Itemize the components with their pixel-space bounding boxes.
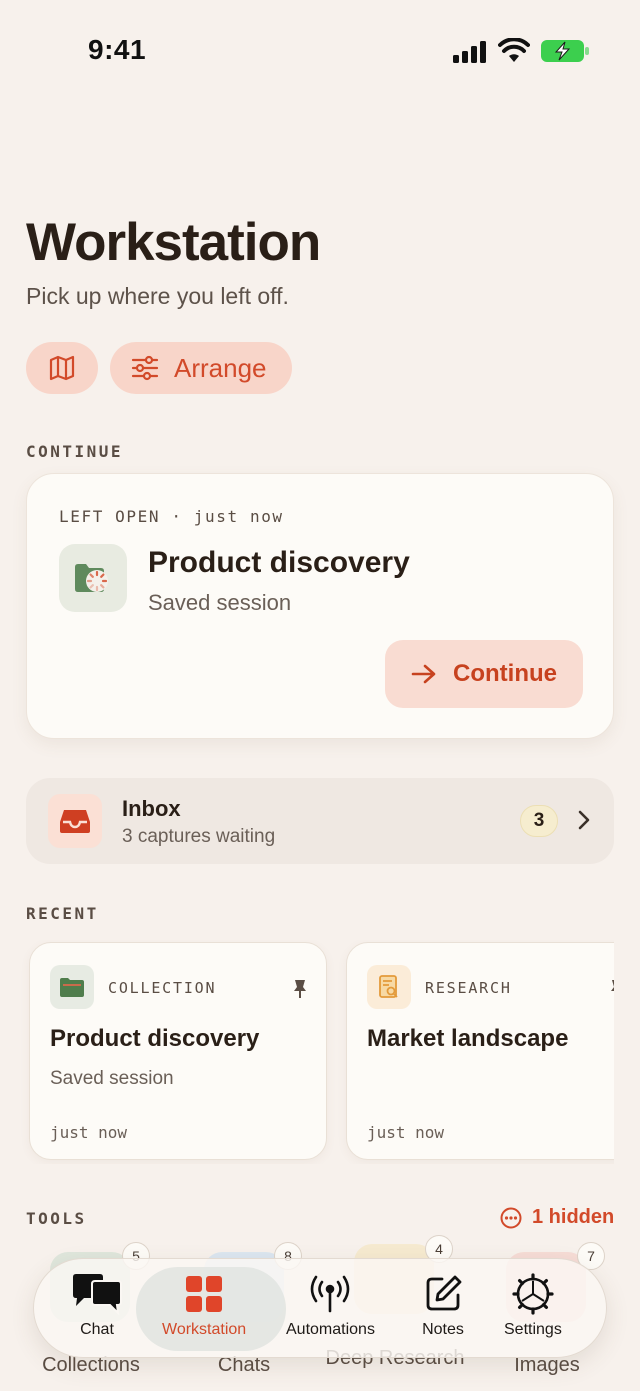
section-label-recent: RECENT xyxy=(26,904,99,923)
map-button[interactable] xyxy=(26,342,98,394)
recent-type: COLLECTION xyxy=(108,979,217,997)
section-label-tools: TOOLS xyxy=(26,1209,87,1228)
recent-title: Market landscape xyxy=(367,1025,569,1052)
compose-icon xyxy=(426,1275,462,1311)
continue-card[interactable]: LEFT OPEN · just now Product discovery S… xyxy=(26,473,614,739)
continue-title: Product discovery xyxy=(148,546,410,579)
inbox-count-badge: 3 xyxy=(520,805,558,837)
page-subtitle: Pick up where you left off. xyxy=(26,283,289,309)
hidden-tools-label: 1 hidden xyxy=(532,1206,615,1228)
pin-icon[interactable] xyxy=(609,979,614,999)
folder-icon xyxy=(50,965,94,1009)
recent-time: just now xyxy=(367,1123,445,1142)
status-time: 9:41 xyxy=(88,34,147,65)
inbox-tray-icon xyxy=(48,794,102,848)
continue-subtitle: Saved session xyxy=(148,590,292,615)
hidden-tools-button[interactable]: 1 hidden xyxy=(500,1206,614,1229)
tab-label: Notes xyxy=(422,1321,464,1338)
map-icon xyxy=(49,355,75,381)
tab-automations[interactable]: Automations xyxy=(286,1273,375,1339)
gear-icon xyxy=(512,1273,554,1315)
recent-type: RESEARCH xyxy=(425,979,512,997)
pin-icon[interactable] xyxy=(292,979,308,999)
continue-button-label: Continue xyxy=(453,660,557,687)
recent-subtitle: Saved session xyxy=(50,1068,174,1089)
tab-label: Settings xyxy=(504,1321,562,1338)
arrow-right-icon xyxy=(411,664,436,684)
continue-button[interactable]: Continue xyxy=(385,640,583,708)
page-title: Workstation xyxy=(26,213,321,272)
inbox-subtitle: 3 captures waiting xyxy=(122,826,276,847)
more-circle-icon xyxy=(500,1207,522,1228)
continue-meta: LEFT OPEN · just now xyxy=(59,507,284,526)
broadcast-icon xyxy=(311,1275,350,1313)
tab-label: Automations xyxy=(286,1321,375,1338)
recent-carousel[interactable]: COLLECTION Product discovery Saved sessi… xyxy=(0,940,614,1164)
tab-settings[interactable]: Settings xyxy=(504,1273,562,1339)
recent-card[interactable]: RESEARCH Market landscape just now xyxy=(346,942,614,1160)
recent-title: Product discovery xyxy=(50,1025,260,1052)
chevron-right-icon xyxy=(578,810,590,830)
tab-label: Chat xyxy=(80,1321,114,1338)
tab-workstation[interactable]: Workstation xyxy=(162,1273,246,1339)
arrange-label: Arrange xyxy=(174,352,267,383)
tab-label: Workstation xyxy=(162,1321,247,1338)
wifi-icon xyxy=(498,38,530,62)
tab-bar: Chat Workstation Automations Notes Setti… xyxy=(33,1258,607,1358)
inbox-row[interactable]: Inbox 3 captures waiting 3 xyxy=(26,778,614,864)
inbox-title: Inbox xyxy=(122,796,181,821)
research-doc-icon xyxy=(367,965,411,1009)
tab-notes[interactable]: Notes xyxy=(422,1273,464,1339)
grid-icon xyxy=(186,1276,223,1312)
sliders-icon xyxy=(131,355,159,381)
tab-chat[interactable]: Chat xyxy=(70,1273,124,1339)
battery-charging-icon xyxy=(541,40,589,62)
cellular-signal-icon xyxy=(453,41,486,63)
status-bar: 9:41 xyxy=(0,0,640,100)
recent-card[interactable]: COLLECTION Product discovery Saved sessi… xyxy=(29,942,327,1160)
arrange-button[interactable]: Arrange xyxy=(110,342,292,394)
section-label-continue: CONTINUE xyxy=(26,442,124,461)
recent-time: just now xyxy=(50,1123,128,1142)
chat-bubbles-icon xyxy=(73,1274,122,1315)
folder-loading-icon xyxy=(59,544,127,612)
